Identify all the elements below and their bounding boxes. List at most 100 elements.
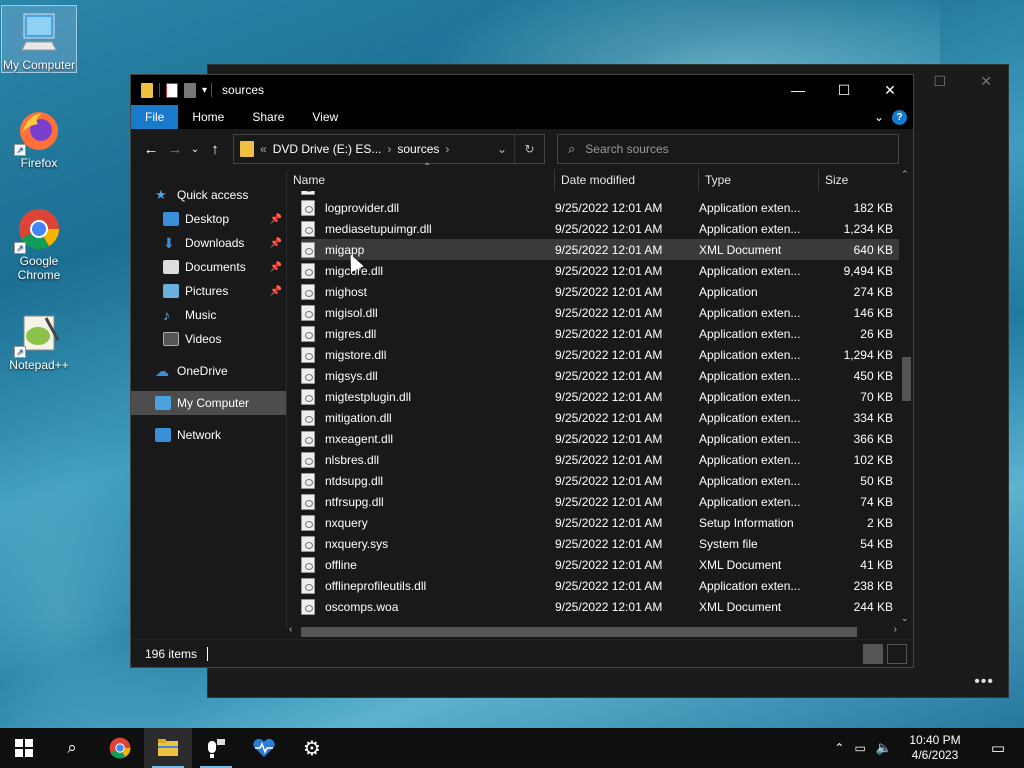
- recent-locations-icon[interactable]: ⌄: [187, 144, 203, 155]
- tab-view[interactable]: View: [298, 105, 352, 129]
- scroll-thumb[interactable]: [902, 357, 911, 401]
- file-row[interactable]: oscomps.woa 9/25/2022 12:01 AM XML Documen…: [301, 596, 899, 617]
- column-size[interactable]: Size: [819, 169, 893, 191]
- file-row[interactable]: offlineprofileutils.dll 9/25/2022 12:01 A…: [301, 575, 899, 596]
- nav-quick-access[interactable]: ★ Quick access: [131, 183, 286, 207]
- nav-onedrive[interactable]: ☁ OneDrive: [131, 359, 286, 383]
- desktop-icon-label: Google Chrome: [17, 254, 61, 282]
- desktop-icon-my-computer[interactable]: My Computer: [1, 5, 77, 73]
- file-type: Application exten...: [699, 389, 801, 404]
- pin-icon[interactable]: 📌: [270, 238, 282, 249]
- horizontal-scrollbar[interactable]: ‹ ›: [287, 624, 899, 638]
- taskbar-voice-app[interactable]: [192, 728, 240, 768]
- close-button[interactable]: ✕: [867, 75, 913, 105]
- scroll-down-icon[interactable]: ⌄: [901, 613, 909, 624]
- maximize-icon[interactable]: ☐: [933, 73, 946, 90]
- file-row[interactable]: nxquery 9/25/2022 12:01 AM Setup Informati…: [301, 512, 899, 533]
- back-arrow-icon[interactable]: ←: [139, 141, 163, 158]
- maximize-button[interactable]: ☐: [821, 75, 867, 105]
- file-row[interactable]: migstore.dll 9/25/2022 12:01 AM Applicatio…: [301, 344, 899, 365]
- chevron-up-icon[interactable]: ⌃: [834, 741, 844, 755]
- details-view-icon[interactable]: [863, 643, 883, 664]
- column-type[interactable]: Type: [699, 169, 819, 191]
- forward-arrow-icon[interactable]: →: [163, 141, 187, 158]
- file-row[interactable]: nlsbres.dll 9/25/2022 12:01 AM Application…: [301, 449, 899, 470]
- file-row[interactable]: migsys.dll 9/25/2022 12:01 AM Application …: [301, 365, 899, 386]
- file-row[interactable]: migcore.dll 9/25/2022 12:01 AM Application…: [301, 260, 899, 281]
- video-icon: [163, 332, 179, 346]
- nav-my-computer[interactable]: My Computer: [131, 391, 286, 415]
- file-row[interactable]: ntdsupg.dll 9/25/2022 12:01 AM Application…: [301, 470, 899, 491]
- search-icon[interactable]: ⌕: [48, 728, 96, 768]
- tab-share[interactable]: Share: [238, 105, 298, 129]
- nav-network[interactable]: Network: [131, 423, 286, 447]
- nav-pictures[interactable]: Pictures 📌: [131, 279, 286, 303]
- nav-documents[interactable]: Documents 📌: [131, 255, 286, 279]
- expand-ribbon-icon[interactable]: ⌄: [874, 110, 884, 124]
- tab-file[interactable]: File: [131, 105, 179, 129]
- file-row[interactable]: ntfrsupg.dll 9/25/2022 12:01 AM Applicatio…: [301, 491, 899, 512]
- vertical-scrollbar[interactable]: ⌃ ⌄: [899, 169, 913, 623]
- help-icon[interactable]: ?: [892, 109, 907, 125]
- scroll-left-icon[interactable]: ‹: [289, 624, 292, 635]
- chevron-right-icon[interactable]: ›: [387, 142, 391, 156]
- network-icon: [155, 428, 171, 442]
- taskbar-settings[interactable]: ⚙: [288, 728, 336, 768]
- scroll-thumb[interactable]: [301, 627, 857, 637]
- file-row[interactable]: migtestplugin.dll 9/25/2022 12:01 AM Appli…: [301, 386, 899, 407]
- file-row[interactable]: migisol.dll 9/25/2022 12:01 AM Application…: [301, 302, 899, 323]
- nav-music[interactable]: ♪ Music: [131, 303, 286, 327]
- desktop-icon-chrome[interactable]: ↗ Google Chrome: [1, 202, 77, 282]
- tab-home[interactable]: Home: [178, 105, 238, 129]
- chevron-right-icon[interactable]: ›: [445, 142, 449, 156]
- desktop-icon-firefox[interactable]: ↗ Firefox: [1, 104, 77, 170]
- breadcrumb-drive[interactable]: DVD Drive (E:) ES...: [273, 142, 382, 156]
- file-row[interactable]: mitigation.dll 9/25/2022 12:01 AM Applicat…: [301, 407, 899, 428]
- scroll-right-icon[interactable]: ›: [894, 624, 897, 635]
- address-bar[interactable]: « DVD Drive (E:) ES... › sources › ⌄ ↻: [233, 134, 545, 164]
- properties-icon[interactable]: [166, 82, 178, 98]
- navigation-pane: ★ Quick access Desktop 📌 ⬇ Downloads 📌 D…: [131, 169, 286, 629]
- minimize-button[interactable]: —: [775, 75, 821, 105]
- cloud-icon: ☁: [155, 363, 169, 379]
- taskbar-health-app[interactable]: [240, 728, 288, 768]
- file-row[interactable]: mxeagent.dll 9/25/2022 12:01 AM Applicatio…: [301, 428, 899, 449]
- file-name: locale.nls: [325, 191, 375, 194]
- column-date-modified[interactable]: Date modified: [555, 169, 699, 191]
- scroll-up-icon[interactable]: ⌃: [901, 169, 909, 180]
- start-button[interactable]: [0, 728, 48, 768]
- file-row[interactable]: mighost 9/25/2022 12:01 AM Application 274 …: [301, 281, 899, 302]
- pin-icon[interactable]: 📌: [270, 286, 282, 297]
- volume-icon[interactable]: 🔈: [876, 740, 892, 756]
- taskbar-chrome[interactable]: [96, 728, 144, 768]
- nav-downloads[interactable]: ⬇ Downloads 📌: [131, 231, 286, 255]
- up-arrow-icon[interactable]: ↑: [203, 141, 227, 158]
- network-icon[interactable]: ▭: [854, 741, 865, 755]
- notification-icon[interactable]: ▭: [978, 739, 1018, 757]
- file-icon: [301, 191, 315, 195]
- more-options-icon[interactable]: •••: [974, 673, 994, 691]
- new-folder-icon[interactable]: [184, 82, 196, 98]
- column-name[interactable]: Name: [287, 169, 555, 191]
- file-row[interactable]: migres.dll 9/25/2022 12:01 AM Application …: [301, 323, 899, 344]
- refresh-icon[interactable]: ↻: [514, 135, 544, 163]
- desktop-icon-notepadpp[interactable]: ↗ Notepad++: [1, 306, 77, 372]
- file-row[interactable]: offline 9/25/2022 12:01 AM XML Document 41 …: [301, 554, 899, 575]
- file-row[interactable]: mediasetupuimgr.dll 9/25/2022 12:01 AM App…: [301, 218, 899, 239]
- file-row[interactable]: migapp 9/25/2022 12:01 AM XML Document 640 …: [301, 239, 899, 260]
- file-row[interactable]: logprovider.dll 9/25/2022 12:01 AM Applica…: [301, 197, 899, 218]
- nav-desktop[interactable]: Desktop 📌: [131, 207, 286, 231]
- pin-icon[interactable]: 📌: [270, 214, 282, 225]
- breadcrumb-folder[interactable]: sources: [397, 142, 439, 156]
- chevron-down-icon[interactable]: ⌄: [490, 142, 514, 156]
- taskbar-file-explorer[interactable]: [144, 728, 192, 768]
- close-icon[interactable]: ✕: [980, 73, 992, 90]
- quick-access-dropdown-icon[interactable]: ▾: [202, 85, 207, 96]
- file-row[interactable]: nxquery.sys 9/25/2022 12:01 AM System file…: [301, 533, 899, 554]
- address-overflow[interactable]: «: [260, 142, 267, 156]
- nav-videos[interactable]: Videos: [131, 327, 286, 351]
- pin-icon[interactable]: 📌: [270, 262, 282, 273]
- clock[interactable]: 10:40 PM 4/6/2023: [902, 733, 968, 763]
- search-input[interactable]: ⌕ Search sources: [557, 134, 899, 164]
- large-icons-view-icon[interactable]: [887, 643, 907, 664]
